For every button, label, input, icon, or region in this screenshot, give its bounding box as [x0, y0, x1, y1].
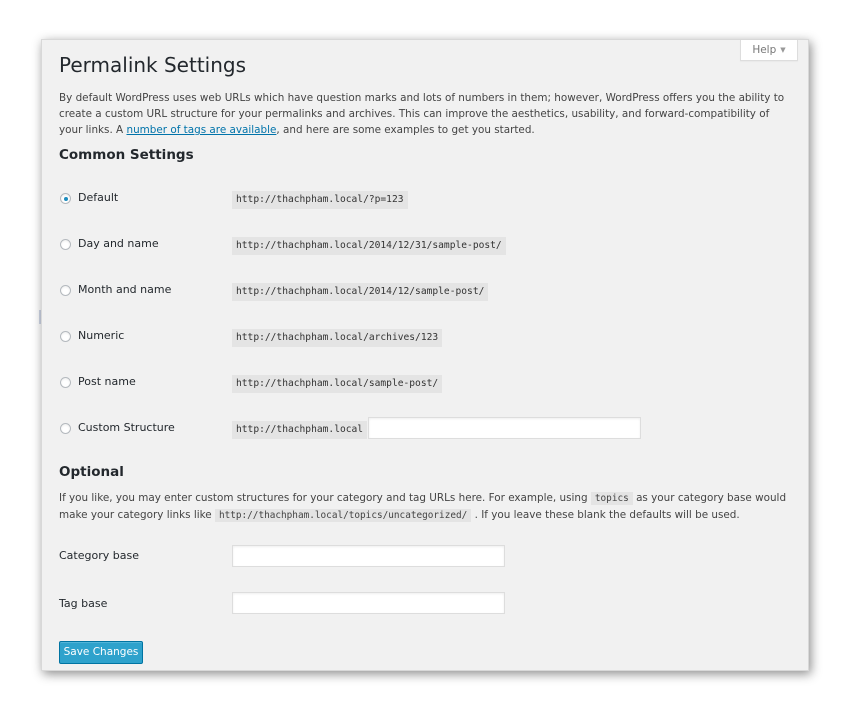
- settings-panel: Help ▼ Permalink Settings By default Word…: [41, 39, 809, 671]
- radio-numeric[interactable]: [60, 331, 71, 342]
- radio-month-and-name[interactable]: [60, 285, 71, 296]
- option-label: Numeric: [78, 329, 125, 342]
- page-title: Permalink Settings: [59, 53, 247, 77]
- help-label: Help: [752, 44, 777, 56]
- option-label: Day and name: [78, 237, 159, 250]
- example-url: http://thachpham.local/archives/123: [232, 329, 443, 347]
- code-category-url: http://thachpham.local/topics/uncategori…: [214, 509, 472, 522]
- optional-heading: Optional: [59, 464, 124, 480]
- radio-post-name[interactable]: [60, 377, 71, 388]
- code-topics: topics: [590, 492, 633, 505]
- optional-description: If you like, you may enter custom struct…: [59, 490, 794, 524]
- example-url: http://thachpham.local/2014/12/31/sample…: [232, 237, 506, 255]
- custom-url-prefix: http://thachpham.local: [232, 421, 368, 439]
- permalink-option-month-and-name[interactable]: Month and name http://thachpham.local/20…: [59, 282, 659, 302]
- optional-text-1: If you like, you may enter custom struct…: [59, 492, 591, 504]
- option-label: Custom Structure: [78, 421, 175, 434]
- category-base-label: Category base: [59, 549, 139, 562]
- intro-paragraph: By default WordPress uses web URLs which…: [59, 90, 794, 138]
- tag-base-label: Tag base: [59, 597, 108, 610]
- permalink-option-custom-structure[interactable]: Custom Structure http://thachpham.local: [59, 417, 759, 440]
- save-changes-button[interactable]: Save Changes: [59, 641, 143, 664]
- permalink-option-day-and-name[interactable]: Day and name http://thachpham.local/2014…: [59, 236, 659, 256]
- intro-text-end: , and here are some examples to get you …: [276, 124, 535, 136]
- radio-day-and-name[interactable]: [60, 239, 71, 250]
- example-url: http://thachpham.local/2014/12/sample-po…: [232, 283, 489, 301]
- option-label: Post name: [78, 375, 136, 388]
- option-label: Default: [78, 191, 119, 204]
- common-settings-heading: Common Settings: [59, 147, 194, 163]
- optional-text-3: . If you leave these blank the defaults …: [471, 509, 740, 521]
- tag-base-input[interactable]: [232, 592, 505, 614]
- tags-available-link[interactable]: number of tags are available: [126, 124, 276, 136]
- custom-structure-input[interactable]: [368, 417, 641, 439]
- chevron-down-icon: ▼: [780, 46, 786, 54]
- option-label: Month and name: [78, 283, 172, 296]
- permalink-option-numeric[interactable]: Numeric http://thachpham.local/archives/…: [59, 328, 659, 348]
- radio-default[interactable]: [60, 193, 71, 204]
- permalink-option-post-name[interactable]: Post name http://thachpham.local/sample-…: [59, 374, 659, 394]
- category-base-input[interactable]: [232, 545, 505, 567]
- example-url: http://thachpham.local/?p=123: [232, 191, 408, 209]
- example-url: http://thachpham.local/sample-post/: [232, 375, 443, 393]
- help-tab-button[interactable]: Help ▼: [740, 40, 798, 61]
- radio-custom-structure[interactable]: [60, 423, 71, 434]
- permalink-option-default[interactable]: Default http://thachpham.local/?p=123: [59, 190, 659, 210]
